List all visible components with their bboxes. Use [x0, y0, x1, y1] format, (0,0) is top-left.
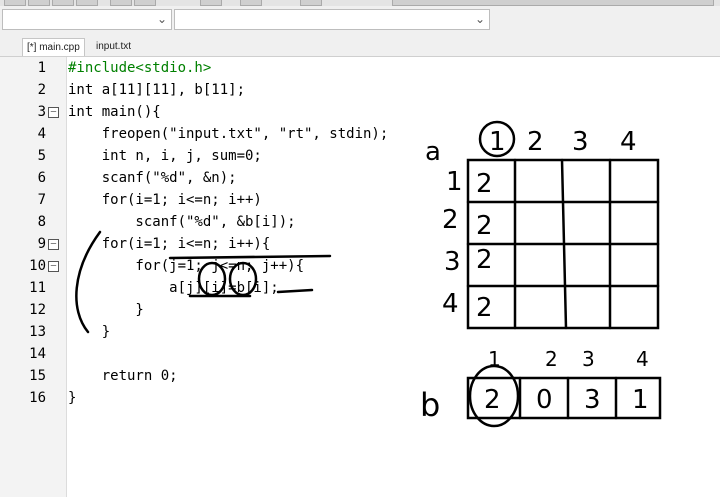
toolbar-button[interactable]	[76, 0, 98, 6]
b-col-label: 2	[545, 347, 558, 371]
line-number: 11	[29, 280, 46, 296]
tab-input-txt[interactable]: input.txt	[92, 38, 135, 55]
toolbar-button[interactable]	[134, 0, 156, 6]
line-number: 13	[29, 324, 46, 340]
line-number: 10	[29, 258, 46, 274]
b-cell: 2	[484, 385, 501, 415]
chevron-down-icon[interactable]: ⌄	[475, 12, 485, 26]
line-number: 15	[29, 368, 46, 384]
line-number: 7	[37, 192, 46, 208]
b-cell: 3	[584, 385, 601, 415]
a-row-label: 2	[442, 205, 459, 235]
a-row-label: 1	[446, 167, 463, 197]
toolbar-button[interactable]	[110, 0, 132, 6]
toolbar-button[interactable]	[4, 0, 26, 6]
a-row-label: 4	[442, 289, 459, 319]
line-number: 3	[37, 104, 46, 120]
code-line-16[interactable]: }	[68, 387, 76, 409]
code-line-2[interactable]: int a[11][11], b[11];	[68, 79, 245, 101]
line-number: 14	[29, 346, 46, 362]
b-cell: 1	[632, 385, 649, 415]
toolbar-button[interactable]	[28, 0, 50, 6]
code-line-1[interactable]: #include<stdio.h>	[68, 57, 211, 79]
label-a: a	[425, 137, 441, 167]
pen-underline	[276, 288, 314, 294]
a-cell: 2	[476, 211, 493, 241]
pen-circle-col1	[478, 120, 516, 158]
a-col-label: 4	[620, 127, 637, 157]
toolbar-button[interactable]	[300, 0, 322, 6]
code-line-9[interactable]: for(i=1; i<=n; i++){	[68, 233, 271, 255]
a-cell: 2	[476, 169, 493, 199]
fold-collapse-icon[interactable]: –	[48, 261, 59, 272]
a-row-label: 3	[444, 247, 461, 277]
line-number: 5	[37, 148, 46, 164]
toolbar-button[interactable]	[200, 0, 222, 6]
line-number: 9	[37, 236, 46, 252]
pen-circle-b1	[468, 364, 520, 428]
label-b: b	[420, 386, 440, 424]
tab-main-cpp[interactable]: [*] main.cpp	[22, 38, 85, 56]
code-line-6[interactable]: scanf("%d", &n);	[68, 167, 237, 189]
chevron-down-icon[interactable]: ⌄	[157, 12, 167, 26]
toolbar-button[interactable]	[52, 0, 74, 6]
b-cell: 0	[536, 385, 553, 415]
code-line-3[interactable]: int main(){	[68, 101, 161, 123]
line-number: 16	[29, 390, 46, 406]
line-number-gutter: 1 2 3 4 5 6 7 8 9 10 11 12 13 14 15 16 –…	[0, 57, 67, 497]
array-b-grid	[466, 376, 662, 420]
a-col-label: 3	[572, 127, 589, 157]
fold-collapse-icon[interactable]: –	[48, 107, 59, 118]
code-line-8[interactable]: scanf("%d", &b[i]);	[68, 211, 295, 233]
a-col-label: 1	[489, 127, 506, 157]
matrix-a-grid	[466, 158, 660, 330]
b-col-label: 4	[636, 347, 649, 371]
code-line-4[interactable]: freopen("input.txt", "rt", stdin);	[68, 123, 389, 145]
line-number: 12	[29, 302, 46, 318]
code-line-11[interactable]: a[j][i]=b[i];	[68, 277, 279, 299]
a-cell: 2	[476, 245, 493, 275]
code-line-13[interactable]: }	[68, 321, 110, 343]
member-combo[interactable]: ⌄	[174, 9, 490, 30]
code-line-5[interactable]: int n, i, j, sum=0;	[68, 145, 262, 167]
line-number: 2	[37, 82, 46, 98]
code-line-12[interactable]: }	[68, 299, 143, 321]
toolbar-button[interactable]	[392, 0, 714, 6]
fold-collapse-icon[interactable]: –	[48, 239, 59, 250]
b-col-label: 3	[582, 347, 595, 371]
toolbar: ⌄ ⌄	[0, 0, 720, 37]
class-combo[interactable]: ⌄	[2, 9, 172, 30]
line-number: 6	[37, 170, 46, 186]
line-number: 1	[37, 60, 46, 76]
line-number: 8	[37, 214, 46, 230]
code-line-10[interactable]: for(j=1; j<=n; j++){	[68, 255, 304, 277]
code-line-7[interactable]: for(i=1; i<=n; i++)	[68, 189, 262, 211]
code-line-15[interactable]: return 0;	[68, 365, 178, 387]
editor-tabs: [*] main.cpp input.txt	[0, 36, 720, 57]
line-number: 4	[37, 126, 46, 142]
b-col-label: 1	[488, 347, 501, 371]
a-col-label: 2	[527, 127, 544, 157]
toolbar-button[interactable]	[240, 0, 262, 6]
a-cell: 2	[476, 293, 493, 323]
